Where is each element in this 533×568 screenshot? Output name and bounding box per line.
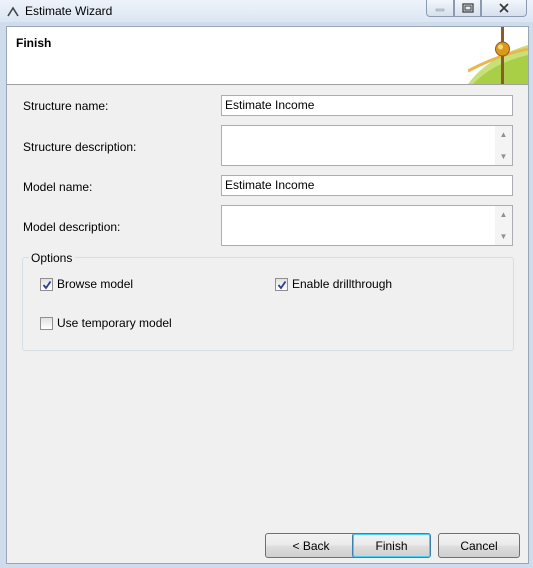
- use-temporary-model-checkbox[interactable]: [40, 317, 53, 330]
- structure-name-input[interactable]: Estimate Income: [221, 95, 513, 116]
- finish-button[interactable]: Finish: [352, 533, 431, 558]
- scroll-up-icon[interactable]: ▲: [495, 206, 512, 223]
- use-temporary-model-label[interactable]: Use temporary model: [57, 316, 172, 330]
- close-icon: [499, 3, 509, 13]
- structure-description-scrollbar[interactable]: ▲ ▼: [495, 126, 512, 165]
- model-description-input[interactable]: ▲ ▼: [221, 205, 513, 246]
- wizard-app-icon: [7, 6, 19, 17]
- minimize-icon: [435, 8, 445, 12]
- options-groupbox: [22, 257, 514, 351]
- scroll-down-icon[interactable]: ▼: [495, 148, 512, 165]
- model-name-input[interactable]: Estimate Income: [221, 175, 513, 196]
- minimize-button[interactable]: [426, 0, 454, 17]
- structure-name-label: Structure name:: [23, 99, 109, 113]
- enable-drillthrough-label[interactable]: Enable drillthrough: [292, 277, 392, 291]
- browse-model-label[interactable]: Browse model: [57, 277, 133, 291]
- wizard-window: Estimate Wizard Finish Structure name: E…: [0, 0, 533, 568]
- checkmark-icon: [42, 280, 51, 289]
- scroll-down-icon[interactable]: ▼: [495, 228, 512, 245]
- scroll-up-icon[interactable]: ▲: [495, 126, 512, 143]
- wizard-banner-graphic: [468, 27, 528, 84]
- options-group-title: Options: [29, 251, 75, 265]
- close-button[interactable]: [481, 0, 527, 17]
- structure-description-label: Structure description:: [23, 140, 137, 154]
- checkmark-icon: [277, 280, 286, 289]
- wizard-client-area: Finish Structure name: Estimate Income S…: [6, 26, 529, 564]
- page-title: Finish: [16, 36, 52, 50]
- structure-description-input[interactable]: ▲ ▼: [221, 125, 513, 166]
- maximize-button[interactable]: [454, 0, 481, 17]
- back-button[interactable]: < Back: [265, 533, 357, 558]
- wizard-header: Finish: [7, 27, 528, 85]
- restore-icon: [461, 3, 474, 13]
- window-title: Estimate Wizard: [25, 4, 113, 18]
- model-name-label: Model name:: [23, 180, 93, 194]
- enable-drillthrough-checkbox[interactable]: [275, 278, 288, 291]
- title-bar[interactable]: Estimate Wizard: [0, 0, 533, 22]
- browse-model-checkbox[interactable]: [40, 278, 53, 291]
- model-description-label: Model description:: [23, 220, 121, 234]
- cancel-button[interactable]: Cancel: [438, 533, 520, 558]
- model-description-scrollbar[interactable]: ▲ ▼: [495, 206, 512, 245]
